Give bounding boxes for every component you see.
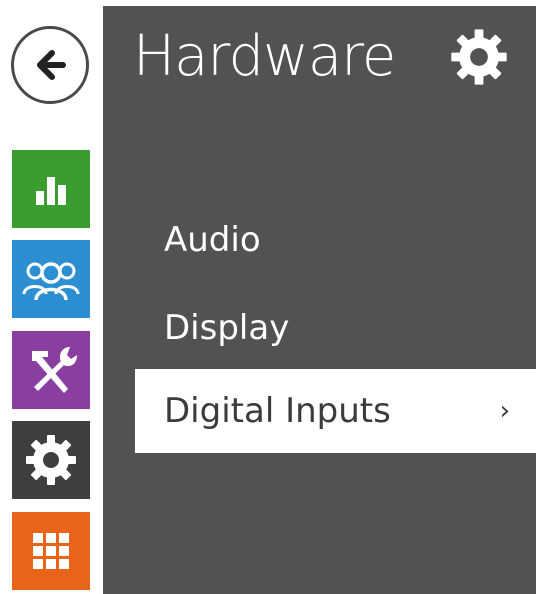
menu-item-label: Display — [164, 308, 290, 348]
main-panel: Hardware Audio Display Digital Inputs › — [103, 6, 536, 594]
menu-item-display[interactable]: Display — [135, 286, 536, 370]
sidebar-item-system[interactable] — [12, 512, 90, 590]
users-icon — [22, 262, 80, 301]
tools-icon — [32, 347, 77, 393]
gear-icon — [451, 29, 507, 85]
menu-item-audio[interactable]: Audio — [135, 198, 536, 282]
sidebar-item-directory[interactable] — [12, 240, 90, 318]
menu-item-digital-inputs[interactable]: Digital Inputs › — [135, 369, 536, 453]
bar-chart-icon — [36, 177, 66, 205]
sidebar-item-services[interactable] — [12, 331, 90, 409]
menu-item-label: Digital Inputs — [164, 391, 391, 431]
sidebar-item-status[interactable] — [12, 150, 90, 228]
grid-icon — [33, 533, 69, 569]
page-title: Hardware — [133, 24, 396, 89]
gear-icon — [26, 435, 76, 485]
back-button[interactable] — [11, 26, 89, 104]
sidebar — [0, 0, 103, 594]
menu-item-label: Audio — [164, 220, 261, 260]
sidebar-item-hardware[interactable] — [12, 421, 90, 499]
back-arrow-icon — [37, 50, 66, 80]
chevron-right-icon: › — [499, 396, 510, 426]
